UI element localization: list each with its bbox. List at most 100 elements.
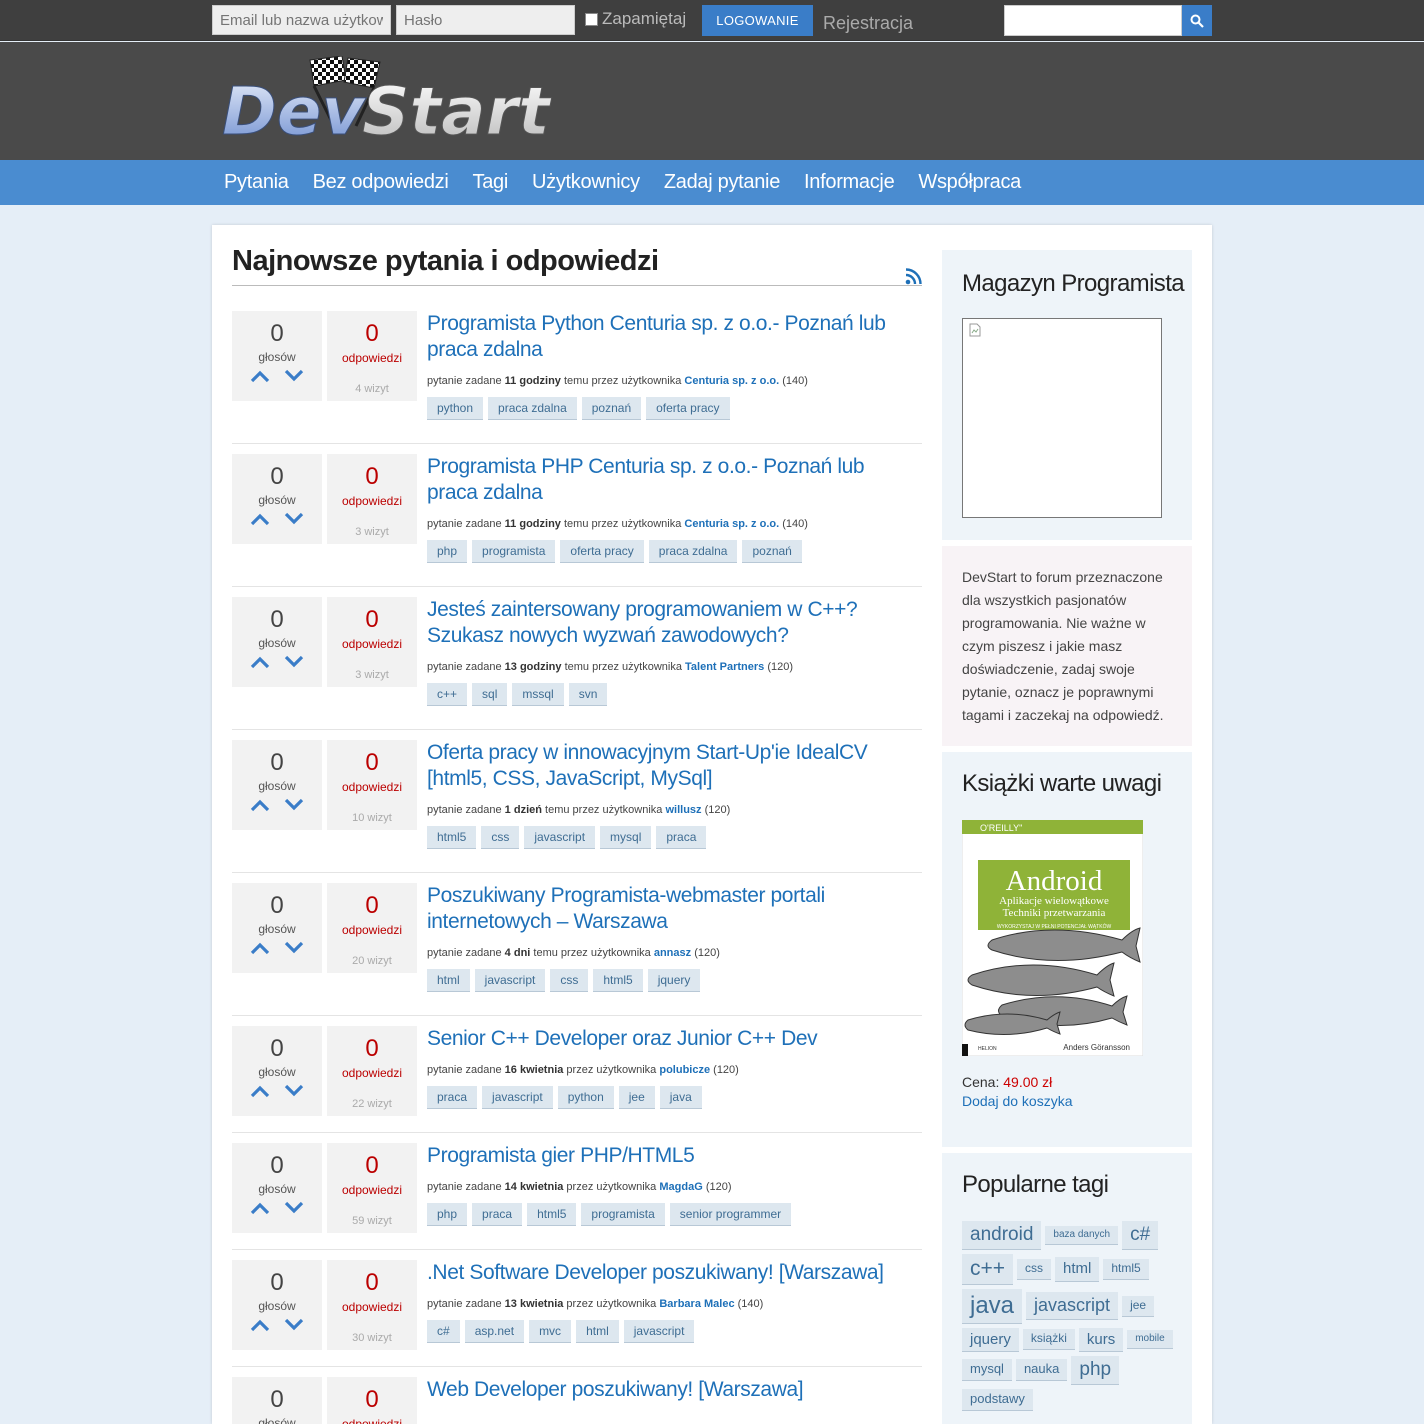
downvote-icon[interactable] — [284, 1084, 304, 1098]
upvote-icon[interactable] — [250, 941, 270, 955]
question-tag[interactable]: html — [427, 969, 470, 992]
downvote-icon[interactable] — [284, 941, 304, 955]
question-tag[interactable]: praca zdalna — [488, 397, 577, 420]
search-button[interactable] — [1182, 5, 1212, 36]
nav-item[interactable]: Współpraca — [906, 171, 1033, 194]
site-logo[interactable]: Dev Start — [222, 56, 582, 142]
question-tag[interactable]: programista — [581, 1203, 665, 1226]
popular-tag[interactable]: android — [962, 1221, 1042, 1250]
upvote-icon[interactable] — [250, 369, 270, 383]
nav-item[interactable]: Zadaj pytanie — [652, 171, 792, 194]
question-title-link[interactable]: Senior C++ Developer oraz Junior C++ Dev — [427, 1026, 912, 1052]
question-tag[interactable]: oferta pracy — [560, 540, 644, 563]
question-author-link[interactable]: polubicze — [659, 1064, 710, 1076]
popular-tag[interactable]: java — [962, 1288, 1023, 1324]
register-link[interactable]: Rejestracja — [823, 13, 913, 34]
add-to-cart-link[interactable]: Dodaj do koszyka — [962, 1093, 1073, 1109]
nav-item[interactable]: Pytania — [212, 171, 301, 194]
nav-item[interactable]: Użytkownicy — [520, 171, 652, 194]
popular-tag[interactable]: html — [1055, 1257, 1100, 1282]
nav-item[interactable]: Tagi — [461, 171, 521, 194]
remember-checkbox[interactable]: Zapamiętaj — [585, 9, 686, 29]
question-title-link[interactable]: .Net Software Developer poszukiwany! [Wa… — [427, 1260, 912, 1286]
question-tag[interactable]: praca zdalna — [648, 540, 738, 563]
question-author-link[interactable]: Centuria sp. z o.o. — [684, 375, 779, 387]
question-author-link[interactable]: MagdaG — [659, 1181, 702, 1193]
question-tag[interactable]: html5 — [527, 1203, 577, 1226]
password-field[interactable] — [396, 5, 575, 35]
question-tag[interactable]: javascript — [623, 1320, 695, 1343]
question-tag[interactable]: svn — [568, 683, 608, 706]
question-author-link[interactable]: Centuria sp. z o.o. — [684, 518, 779, 530]
downvote-icon[interactable] — [284, 798, 304, 812]
question-title-link[interactable]: Programista Python Centuria sp. z o.o.- … — [427, 311, 912, 363]
nav-item[interactable]: Bez odpowiedzi — [301, 171, 461, 194]
popular-tag[interactable]: c++ — [962, 1253, 1014, 1285]
question-tag[interactable]: mssql — [512, 683, 564, 706]
downvote-icon[interactable] — [284, 512, 304, 526]
question-tag[interactable]: senior programmer — [669, 1203, 792, 1226]
question-tag[interactable]: php — [427, 540, 468, 563]
question-tag[interactable]: javascript — [482, 1086, 553, 1109]
popular-tag[interactable]: c# — [1122, 1221, 1159, 1250]
question-tag[interactable]: jee — [618, 1086, 655, 1109]
question-title-link[interactable]: Oferta pracy w innowacyjnym Start-Up'ie … — [427, 740, 912, 792]
book-cover[interactable]: O'REILLY" Android Aplikacje wielowątkowe… — [962, 820, 1143, 1056]
question-tag[interactable]: oferta pracy — [646, 397, 730, 420]
question-title-link[interactable]: Programista gier PHP/HTML5 — [427, 1143, 912, 1169]
downvote-icon[interactable] — [284, 1201, 304, 1215]
question-title-link[interactable]: Programista PHP Centuria sp. z o.o.- Poz… — [427, 454, 912, 506]
popular-tag[interactable]: jee — [1122, 1295, 1155, 1317]
email-field[interactable] — [212, 5, 391, 35]
question-tag[interactable]: jquery — [647, 969, 701, 992]
nav-item[interactable]: Informacje — [792, 171, 906, 194]
question-tag[interactable]: mvc — [529, 1320, 572, 1343]
question-title-link[interactable]: Web Developer poszukiwany! [Warszawa] — [427, 1377, 912, 1403]
question-tag[interactable]: html5 — [427, 826, 477, 849]
question-tag[interactable]: c# — [427, 1320, 460, 1343]
popular-tag[interactable]: html5 — [1103, 1259, 1149, 1280]
downvote-icon[interactable] — [284, 1318, 304, 1332]
question-tag[interactable]: java — [659, 1086, 702, 1109]
question-tag[interactable]: praca — [656, 826, 707, 849]
upvote-icon[interactable] — [250, 655, 270, 669]
question-tag[interactable]: praca — [427, 1086, 478, 1109]
search-input[interactable] — [1004, 5, 1182, 36]
question-title-link[interactable]: Poszukiwany Programista-webmaster portal… — [427, 883, 912, 935]
question-tag[interactable]: html — [576, 1320, 619, 1343]
upvote-icon[interactable] — [250, 1084, 270, 1098]
question-tag[interactable]: python — [427, 397, 484, 420]
upvote-icon[interactable] — [250, 1318, 270, 1332]
question-tag[interactable]: mysql — [600, 826, 652, 849]
login-button[interactable]: LOGOWANIE — [702, 5, 813, 36]
popular-tag[interactable]: baza danych — [1045, 1226, 1119, 1245]
popular-tag[interactable]: podstawy — [962, 1388, 1033, 1411]
question-tag[interactable]: css — [481, 826, 520, 849]
question-tag[interactable]: css — [550, 969, 589, 992]
rss-icon[interactable] — [905, 268, 922, 285]
question-tag[interactable]: poznań — [581, 397, 642, 420]
question-tag[interactable]: c++ — [427, 683, 468, 706]
popular-tag[interactable]: jquery — [962, 1327, 1019, 1352]
question-tag[interactable]: html5 — [593, 969, 643, 992]
popular-tag[interactable]: mysql — [962, 1359, 1012, 1382]
question-author-link[interactable]: Talent Partners — [685, 661, 764, 673]
popular-tag[interactable]: mobile — [1127, 1330, 1173, 1349]
magazine-image[interactable] — [962, 318, 1162, 518]
question-tag[interactable]: javascript — [474, 969, 546, 992]
question-title-link[interactable]: Jesteś zaintersowany programowaniem w C+… — [427, 597, 912, 649]
question-tag[interactable]: python — [557, 1086, 614, 1109]
upvote-icon[interactable] — [250, 1201, 270, 1215]
popular-tag[interactable]: php — [1071, 1355, 1120, 1385]
question-author-link[interactable]: Barbara Malec — [659, 1298, 734, 1310]
upvote-icon[interactable] — [250, 512, 270, 526]
popular-tag[interactable]: książki — [1022, 1329, 1075, 1351]
checkbox-icon[interactable] — [585, 12, 598, 26]
question-author-link[interactable]: willusz — [665, 804, 701, 816]
downvote-icon[interactable] — [284, 369, 304, 383]
popular-tag[interactable]: javascript — [1026, 1292, 1119, 1321]
question-tag[interactable]: poznań — [742, 540, 802, 563]
question-tag[interactable]: php — [427, 1203, 468, 1226]
question-author-link[interactable]: annasz — [654, 947, 691, 959]
question-tag[interactable]: asp.net — [464, 1320, 525, 1343]
